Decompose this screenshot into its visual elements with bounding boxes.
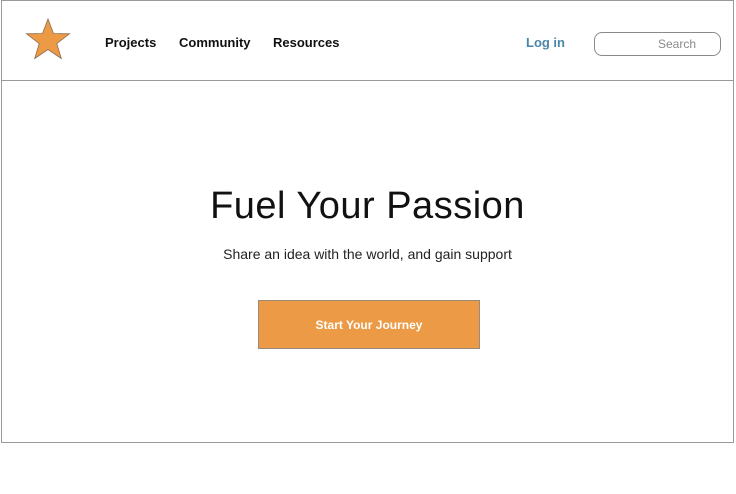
- nav-resources[interactable]: Resources: [273, 35, 339, 50]
- star-icon[interactable]: [25, 18, 71, 60]
- hero-title: Fuel Your Passion: [210, 185, 525, 227]
- login-link[interactable]: Log in: [526, 35, 565, 50]
- nav-community[interactable]: Community: [179, 35, 251, 50]
- start-journey-button[interactable]: Start Your Journey: [258, 300, 480, 349]
- header: Projects Community Resources Log in: [2, 1, 733, 81]
- page-frame: Projects Community Resources Log in Fuel…: [1, 0, 734, 443]
- hero-subtitle: Share an idea with the world, and gain s…: [223, 246, 512, 262]
- search-input[interactable]: [594, 32, 721, 56]
- nav-projects[interactable]: Projects: [105, 35, 156, 50]
